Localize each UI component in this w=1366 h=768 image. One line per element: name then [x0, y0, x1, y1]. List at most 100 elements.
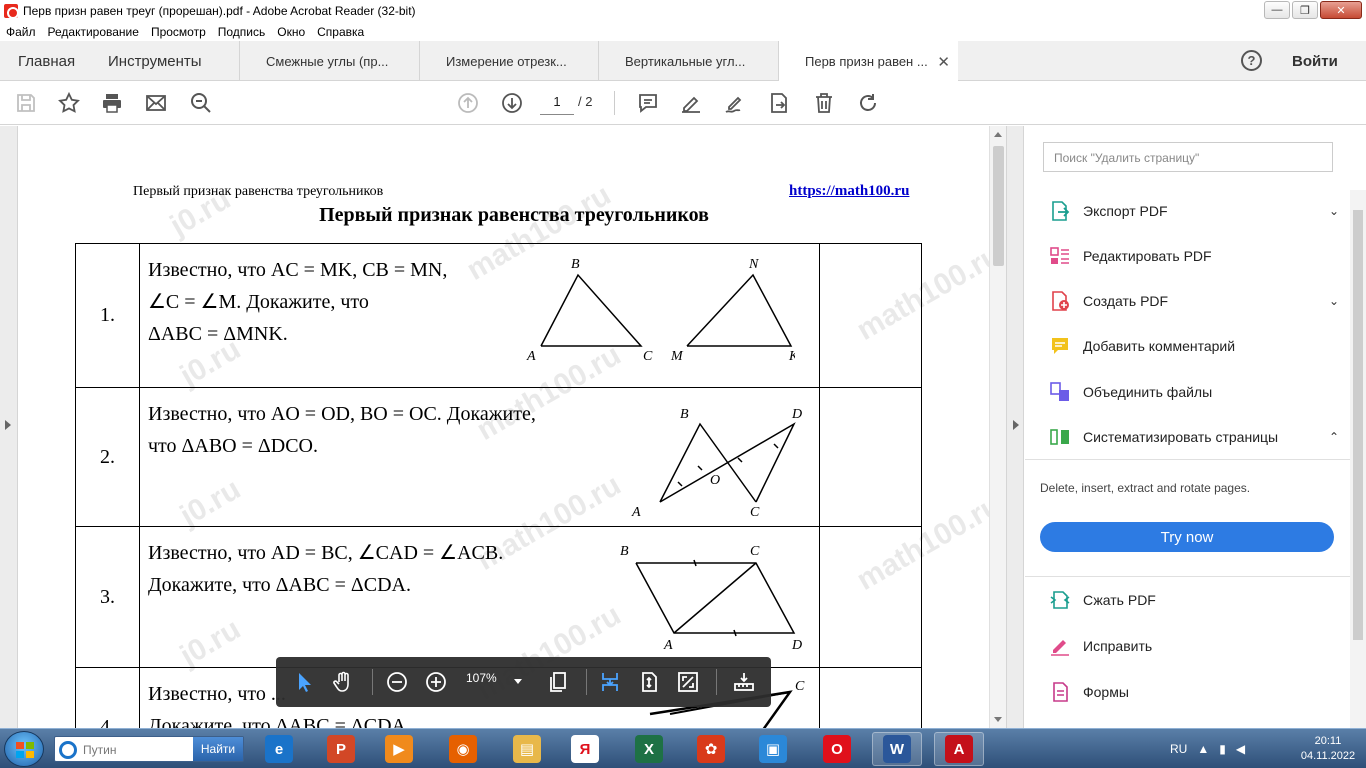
doc-tab-label: Смежные углы (пр... [266, 53, 389, 69]
previous-page-icon[interactable] [454, 89, 482, 117]
menu-sign[interactable]: Подпись [218, 25, 266, 39]
taskbar-app-store-app[interactable]: ▣ [748, 732, 798, 766]
page-view-icon[interactable] [544, 668, 572, 696]
taskbar-app-media-player[interactable]: ▶ [374, 732, 424, 766]
opera-icon: O [823, 735, 851, 763]
chevron-up-icon[interactable]: ⌃ [1329, 430, 1339, 444]
scroll-thumb[interactable] [993, 146, 1004, 266]
clock[interactable]: 20:11 04.11.2022 [1296, 734, 1360, 764]
taskbar-app-yandex[interactable]: Я [560, 732, 610, 766]
tray-arrow-icon[interactable]: ▲ [1197, 742, 1209, 756]
print-icon[interactable] [98, 89, 126, 117]
left-panel-toggle[interactable] [0, 126, 18, 728]
tools-pane-scrollbar[interactable] [1350, 190, 1366, 728]
comment-icon [1052, 338, 1068, 354]
hand-tool-icon[interactable] [329, 668, 357, 696]
tab-tools[interactable]: Инструменты [108, 41, 202, 81]
taskbar-search-input[interactable]: Путин [83, 743, 116, 757]
taskbar-app-word[interactable]: W [872, 732, 922, 766]
share-icon[interactable] [765, 89, 793, 117]
menu-window[interactable]: Окно [277, 25, 305, 39]
doc-tab-adjacent-angles[interactable]: Смежные углы (пр... [239, 41, 419, 81]
scroll-up-icon[interactable] [994, 132, 1002, 137]
zoom-dropdown-icon[interactable] [514, 679, 522, 684]
statement-line: Известно, что AD = BC, ∠CAD = ∠ACB. [148, 542, 504, 564]
right-panel-collapse[interactable] [1006, 126, 1024, 728]
scroll-down-icon[interactable] [994, 717, 1002, 722]
taskbar-app-internet-explorer[interactable]: e [254, 732, 304, 766]
taskbar-app-firefox[interactable]: ◉ [438, 732, 488, 766]
taskbar-app-powerpoint[interactable]: P [316, 732, 366, 766]
menu-view[interactable]: Просмотр [151, 25, 206, 39]
network-icon[interactable]: ▮ [1219, 742, 1226, 756]
tab-home[interactable]: Главная [18, 41, 75, 81]
document-view[interactable]: j0.ru math100.ru math100.ru j0.ru math10… [19, 126, 989, 728]
full-screen-icon[interactable] [674, 668, 702, 696]
volume-icon[interactable]: ◀ [1236, 742, 1245, 756]
sign-in-button[interactable]: Войти [1292, 41, 1338, 81]
doc-tab-vertical-angles[interactable]: Вертикальные угл... [598, 41, 778, 81]
collapse-arrow-icon [1013, 420, 1019, 430]
document-scrollbar[interactable] [989, 126, 1006, 728]
email-icon[interactable] [142, 89, 170, 117]
problem-content: Известно, что AO = OD, BO = OC. Докажите… [140, 388, 819, 519]
fit-page-icon[interactable] [635, 668, 663, 696]
tools-search-input[interactable]: Поиск "Удалить страницу" [1043, 142, 1333, 172]
vertex-label: A [631, 505, 641, 519]
taskbar-app-opera[interactable]: O [812, 732, 862, 766]
tool-organize-pages[interactable]: Систематизировать страницы ⌃ [1049, 423, 1339, 451]
compress-pdf-icon [1050, 591, 1070, 609]
scroll-mode-icon[interactable] [596, 668, 624, 696]
menu-help[interactable]: Справка [317, 25, 364, 39]
scroll-thumb[interactable] [1353, 210, 1363, 640]
maximize-button[interactable]: ❐ [1292, 1, 1318, 19]
close-button[interactable]: ✕ [1320, 1, 1362, 19]
menu-file[interactable]: Файл [6, 25, 36, 39]
comment-icon[interactable] [634, 89, 662, 117]
tool-combine-files[interactable]: Объединить файлы [1049, 378, 1339, 406]
taskbar-app-acrobat[interactable]: A [934, 732, 984, 766]
try-now-button[interactable]: Try now [1040, 522, 1334, 552]
tool-forms[interactable]: Формы [1049, 678, 1339, 706]
create-pdf-icon [1052, 291, 1069, 311]
taskbar-search-button[interactable]: Найти [193, 737, 243, 761]
zoom-level[interactable]: 107% [466, 671, 497, 685]
tool-compress-pdf[interactable]: Сжать PDF [1049, 586, 1339, 614]
tool-export-pdf[interactable]: Экспорт PDF ⌄ [1049, 197, 1339, 225]
start-button[interactable] [4, 731, 44, 767]
menu-edit[interactable]: Редактирование [48, 25, 139, 39]
rotate-icon[interactable] [854, 89, 882, 117]
zoom-out-icon[interactable] [383, 668, 411, 696]
chevron-down-icon[interactable]: ⌄ [1329, 204, 1339, 218]
tool-fill-sign[interactable]: Исправить [1049, 632, 1339, 660]
measure-tool-icon[interactable] [730, 668, 758, 696]
select-pointer-icon[interactable] [290, 668, 318, 696]
minimize-button[interactable]: — [1264, 1, 1290, 19]
tool-create-pdf[interactable]: Создать PDF ⌄ [1049, 287, 1339, 315]
problem-statement: Известно, что AD = BC, ∠CAD = ∠ACB. Дока… [148, 537, 618, 601]
delete-icon[interactable] [810, 89, 838, 117]
empty-cell [819, 667, 922, 728]
tool-add-comment[interactable]: Добавить комментарий [1049, 332, 1339, 360]
pdf-source-link[interactable]: https://math100.ru [789, 183, 909, 200]
next-page-icon[interactable] [498, 89, 526, 117]
problem-statement: Известно, что AO = OD, BO = OC. Докажите… [148, 398, 628, 462]
sign-icon[interactable] [721, 89, 749, 117]
doc-tab-segment-measure[interactable]: Измерение отрезк... [419, 41, 598, 81]
bookmark-star-icon[interactable] [55, 89, 83, 117]
taskbar-app-media-app[interactable]: ✿ [686, 732, 736, 766]
chevron-down-icon[interactable]: ⌄ [1329, 294, 1339, 308]
search-zoom-icon[interactable] [187, 89, 215, 117]
taskbar-app-explorer[interactable]: ▤ [502, 732, 552, 766]
zoom-in-icon[interactable] [422, 668, 450, 696]
taskbar-app-excel[interactable]: X [624, 732, 674, 766]
triangles-figure-2: B D O A C [631, 407, 802, 519]
close-tab-icon[interactable]: ✕ [937, 53, 950, 71]
doc-tab-current[interactable]: Перв призн равен ... ✕ [778, 41, 958, 82]
highlight-pen-icon[interactable] [677, 89, 705, 117]
help-icon[interactable]: ? [1241, 50, 1262, 71]
tool-edit-pdf[interactable]: Редактировать PDF [1049, 242, 1339, 270]
language-indicator[interactable]: RU [1170, 742, 1187, 756]
page-number-input[interactable]: 1 [540, 91, 574, 115]
save-icon[interactable] [12, 89, 40, 117]
